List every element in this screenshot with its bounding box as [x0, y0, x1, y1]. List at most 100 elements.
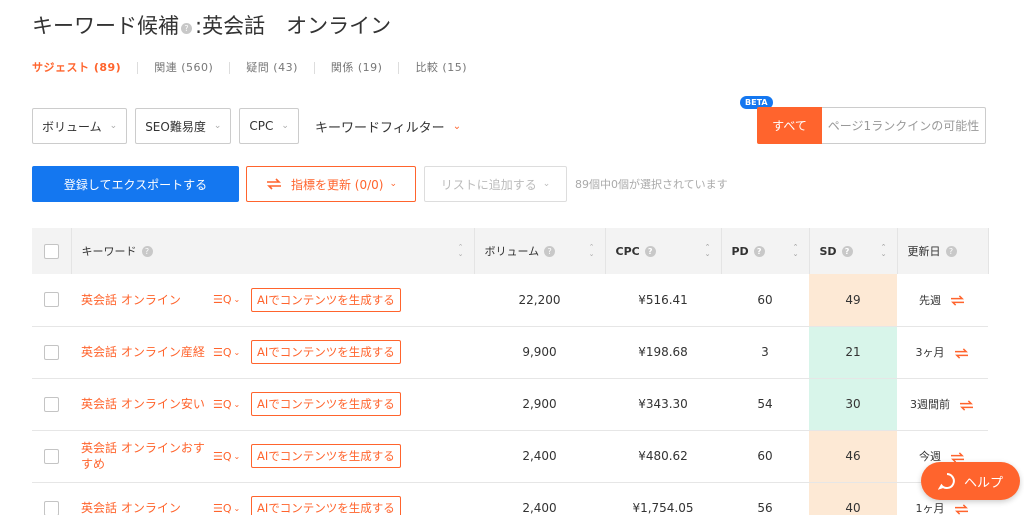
- tab-relations[interactable]: 関係 (19): [331, 62, 400, 74]
- chevron-down-icon: ⌄: [281, 121, 289, 131]
- table-row: 英会話 オンライン安い ☰Q ⌄ AIでコンテンツを生成する 2,900 ¥343.30 5…: [32, 378, 988, 431]
- chevron-down-icon: ⌄: [452, 120, 462, 132]
- selection-status: 89個中0個が選択されています: [575, 178, 728, 191]
- volume-cell: 2,400: [474, 482, 605, 515]
- keyword-link[interactable]: 英会話 オンライン: [81, 292, 213, 308]
- sort-icon[interactable]: ⌃ ⌄: [793, 244, 799, 258]
- sd-cell: 49: [809, 274, 897, 327]
- table-row: 英会話 オンライン産経 ☰Q ⌄ AIでコンテンツを生成する 9,900 ¥198.68 3…: [32, 326, 988, 379]
- pd-cell: 3: [721, 326, 809, 379]
- serp-analysis-icon[interactable]: ☰Q ⌄: [213, 502, 251, 515]
- pd-cell: 56: [721, 482, 809, 515]
- cpc-filter[interactable]: CPC ⌄: [239, 108, 299, 144]
- segment-all-button[interactable]: すべて: [757, 107, 822, 144]
- column-header-pd[interactable]: PD: [732, 245, 749, 258]
- column-header-cpc[interactable]: CPC: [616, 245, 640, 258]
- help-icon[interactable]: ?: [141, 245, 153, 257]
- volume-filter[interactable]: ボリューム ⌄: [32, 108, 128, 144]
- keyword-filter[interactable]: キーワードフィルター ⌄: [315, 117, 461, 136]
- column-header-volume[interactable]: ボリューム: [485, 243, 540, 259]
- help-icon[interactable]: ?: [544, 245, 556, 257]
- select-all-checkbox[interactable]: [44, 243, 59, 259]
- seo-difficulty-filter[interactable]: SEO難易度 ⌄: [135, 108, 232, 144]
- cpc-cell: ¥343.30: [605, 378, 721, 431]
- tab-bar: サジェスト (89) 関連 (560) 疑問 (43) 関係 (19) 比較 (…: [32, 62, 499, 74]
- add-to-list-button[interactable]: リストに追加する ⌄: [424, 166, 567, 202]
- help-icon[interactable]: ?: [181, 22, 192, 34]
- keyword-link[interactable]: 英会話 オンラインおすすめ: [81, 440, 213, 472]
- refresh-icon[interactable]: [953, 347, 970, 360]
- row-checkbox[interactable]: [44, 500, 59, 515]
- volume-cell: 9,900: [474, 326, 605, 379]
- serp-analysis-icon[interactable]: ☰Q ⌄: [213, 398, 251, 411]
- row-checkbox[interactable]: [44, 292, 59, 308]
- tab-questions[interactable]: 疑問 (43): [246, 62, 315, 74]
- help-icon[interactable]: ?: [945, 245, 957, 257]
- sort-icon[interactable]: ⌃ ⌄: [881, 244, 887, 258]
- pd-cell: 60: [721, 430, 809, 483]
- updated-cell: 3週間前: [897, 378, 988, 431]
- generate-ai-content-button[interactable]: AIでコンテンツを生成する: [251, 287, 401, 312]
- chevron-down-icon: ⌄: [109, 121, 118, 131]
- tab-suggest[interactable]: サジェスト (89): [32, 62, 139, 74]
- help-icon[interactable]: ?: [841, 245, 853, 257]
- column-header-updated[interactable]: 更新日: [908, 243, 941, 259]
- help-icon[interactable]: ?: [644, 245, 656, 257]
- page-title-prefix: キーワード候補: [32, 14, 179, 38]
- volume-cell: 2,900: [474, 378, 605, 431]
- column-header-sd[interactable]: SD: [820, 245, 837, 258]
- keyword-filter-label: キーワードフィルター: [314, 120, 445, 136]
- keyword-link[interactable]: 英会話 オンライン: [81, 500, 213, 515]
- volume-cell: 22,200: [474, 274, 605, 327]
- table-row: 英会話 オンライン ☰Q ⌄ AIでコンテンツを生成する 22,200 ¥516.41 60…: [32, 274, 988, 327]
- keyword-link[interactable]: 英会話 オンライン産経: [81, 344, 213, 360]
- generate-ai-content-button[interactable]: AIでコンテンツを生成する: [251, 340, 401, 364]
- table-row: 英会話 オンラインおすすめ ☰Q ⌄ AIでコンテンツを生成する 2,400 ¥480.6…: [32, 430, 988, 483]
- column-header-keyword[interactable]: キーワード: [82, 243, 137, 259]
- help-button-label: ヘルプ: [963, 475, 1003, 491]
- cpc-filter-label: CPC: [249, 119, 274, 133]
- tab-comparisons[interactable]: 比較 (15): [415, 62, 483, 74]
- refresh-icon: [266, 178, 281, 190]
- refresh-icon[interactable]: [958, 399, 975, 412]
- updated-cell: 先週: [897, 274, 988, 327]
- sd-cell: 46: [809, 430, 897, 483]
- table-row: 英会話 オンライン ☰Q ⌄ AIでコンテンツを生成する 2,400 ¥1,754.05 5…: [32, 482, 988, 515]
- generate-ai-content-button[interactable]: AIでコンテンツを生成する: [251, 496, 401, 515]
- generate-ai-content-button[interactable]: AIでコンテンツを生成する: [251, 444, 401, 468]
- cpc-cell: ¥480.62: [605, 430, 721, 483]
- serp-analysis-icon[interactable]: ☰Q ⌄: [213, 293, 251, 306]
- refresh-icon[interactable]: [953, 503, 970, 515]
- keyword-table: キーワード? ⌃ ⌄ ボリューム? ⌃ ⌄ CPC? ⌃ ⌄ PD? ⌃ ⌄ S…: [32, 228, 989, 515]
- refresh-metrics-button[interactable]: 指標を更新 (0/0) ⌄: [246, 166, 416, 202]
- row-checkbox[interactable]: [44, 448, 59, 464]
- export-button[interactable]: 登録してエクスポートする: [32, 166, 239, 202]
- segment-page1-rank-button[interactable]: ページ1ランクインの可能性: [822, 107, 986, 144]
- refresh-metrics-label: 指標を更新 (0/0): [290, 177, 384, 192]
- chat-bubble-icon: [937, 473, 955, 490]
- sort-icon[interactable]: ⌃ ⌄: [458, 244, 464, 258]
- keyword-table-body: 英会話 オンライン ☰Q ⌄ AIでコンテンツを生成する 22,200 ¥516.41 60…: [32, 274, 988, 515]
- sort-icon[interactable]: ⌃ ⌄: [705, 244, 711, 258]
- cpc-cell: ¥516.41: [605, 274, 721, 327]
- filter-row: ボリューム ⌄ SEO難易度 ⌄ CPC ⌄ キーワードフィルター ⌄: [32, 108, 461, 144]
- serp-analysis-icon[interactable]: ☰Q ⌄: [213, 450, 251, 463]
- sort-icon[interactable]: ⌃ ⌄: [589, 244, 595, 258]
- pd-cell: 54: [721, 378, 809, 431]
- cpc-cell: ¥198.68: [605, 326, 721, 379]
- generate-ai-content-button[interactable]: AIでコンテンツを生成する: [251, 392, 401, 416]
- cpc-cell: ¥1,754.05: [605, 482, 721, 515]
- keyword-link[interactable]: 英会話 オンライン安い: [81, 396, 213, 412]
- tab-related[interactable]: 関連 (560): [154, 62, 231, 74]
- action-row: 登録してエクスポートする 指標を更新 (0/0) ⌄ リストに追加する ⌄ 89…: [32, 166, 728, 202]
- refresh-icon[interactable]: [949, 294, 966, 307]
- row-checkbox[interactable]: [44, 344, 59, 360]
- page-title-suffix: :英会話 オンライン: [195, 14, 392, 38]
- help-button[interactable]: ヘルプ: [921, 462, 1020, 500]
- chevron-down-icon: ⌄: [389, 179, 398, 189]
- updated-label: 3ヶ月: [915, 346, 945, 359]
- row-checkbox[interactable]: [44, 396, 59, 412]
- serp-analysis-icon[interactable]: ☰Q ⌄: [213, 346, 251, 359]
- help-icon[interactable]: ?: [753, 245, 765, 257]
- updated-label: 3週間前: [910, 398, 950, 411]
